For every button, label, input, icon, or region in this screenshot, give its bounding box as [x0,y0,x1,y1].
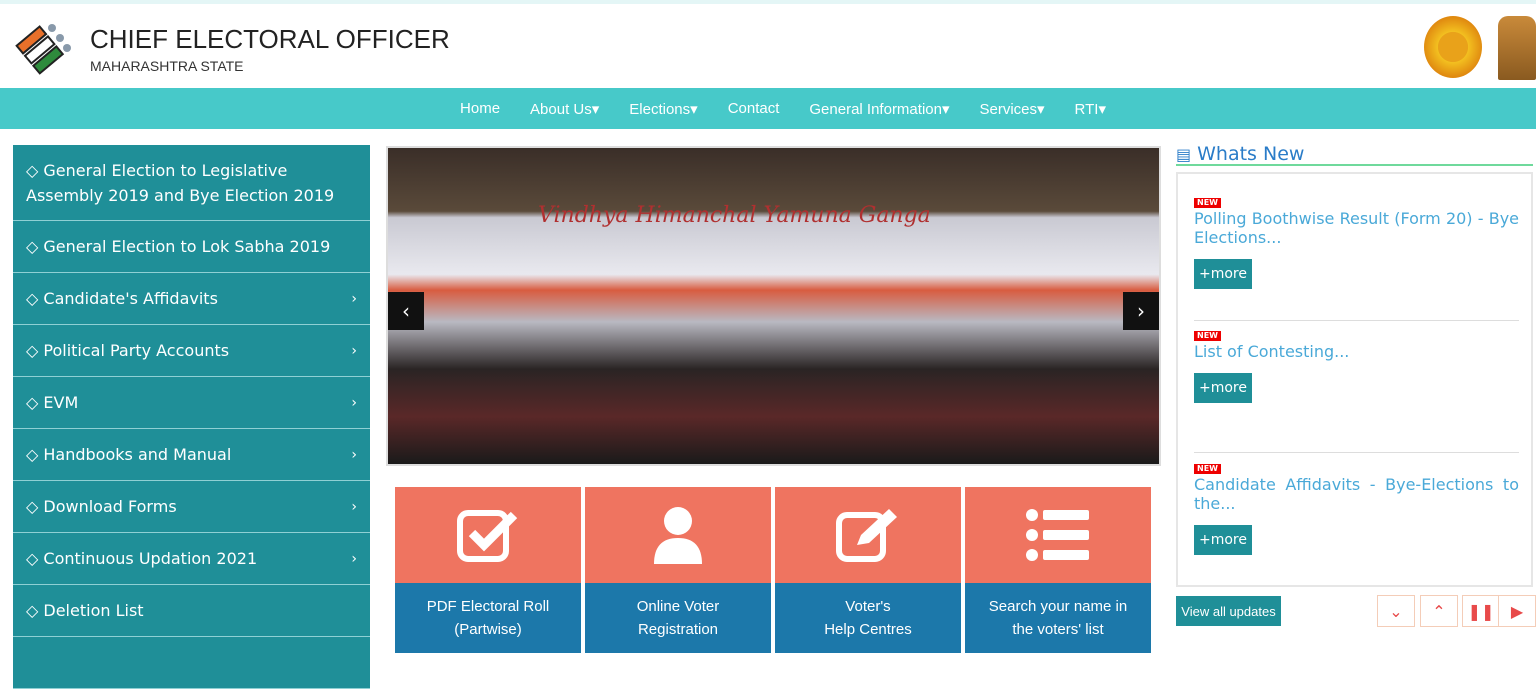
more-button[interactable]: +more [1194,373,1252,403]
news-link[interactable]: Candidate Affidavits - Bye-Elections to … [1194,475,1519,513]
sidebar-item[interactable]: ◇ Deletion List [13,585,370,637]
site-subtitle: MAHARASHTRA STATE [90,58,244,74]
site-title: CHIEF ELECTORAL OFFICER [90,24,450,54]
link-icon: ◇ [26,237,44,256]
header: CHIEF ELECTORAL OFFICER MAHARASHTRA STAT… [0,4,1536,88]
pause-button[interactable]: ❚❚ [1462,595,1500,627]
eci-logo [15,24,71,75]
link-icon: ◇ [26,160,44,180]
link-icon: ◇ [26,445,44,464]
sidebar-item[interactable]: ◇ General Election to Lok Sabha 2019 [13,221,370,273]
nav-services[interactable]: Services▾ [980,100,1045,118]
whats-new-heading: ▤ Whats New [1176,143,1533,166]
scroll-up-button[interactable]: ⌃ [1420,595,1458,627]
main-nav: Home About Us▾ Elections▾ Contact Genera… [0,88,1536,129]
scroll-down-button[interactable]: ⌄ [1377,595,1415,627]
tile-pdf-electoral-roll[interactable]: PDF Electoral Roll (Partwise) [395,487,581,653]
maharashtra-emblem [1424,16,1482,78]
list-icon [1026,509,1089,561]
news-item: NEW List of Contesting... +more [1194,323,1519,403]
edit-icon [836,509,897,562]
nav-contact[interactable]: Contact [728,100,780,117]
chevron-right-icon: › [351,446,357,463]
chevron-right-icon: › [351,550,357,567]
link-icon: ◇ [26,393,44,412]
nav-elections[interactable]: Elections▾ [629,100,697,118]
newspaper-icon: ▤ [1176,144,1192,164]
user-icon [654,507,702,564]
new-badge: NEW [1194,331,1221,341]
chevron-right-icon: › [351,290,357,307]
news-item: NEW Polling Boothwise Result (Form 20) -… [1194,190,1519,289]
sidebar-item[interactable]: ◇ General Election to Legislative Assemb… [13,145,370,221]
chevron-right-icon: › [351,498,357,515]
more-button[interactable]: +more [1194,259,1252,289]
news-item: NEW Candidate Affidavits - Bye-Elections… [1194,456,1519,555]
link-icon: ◇ [26,497,44,516]
sidebar-item[interactable] [13,637,370,689]
divider [1194,320,1519,321]
sidebar-item[interactable]: ◇ Download Forms › [13,481,370,533]
more-button[interactable]: +more [1194,525,1252,555]
national-emblem [1498,16,1536,80]
news-link[interactable]: List of Contesting... [1194,342,1519,361]
carousel-prev-button[interactable]: ‹ [388,292,424,330]
nav-about-us[interactable]: About Us▾ [530,100,599,118]
whats-new-list: NEW Polling Boothwise Result (Form 20) -… [1176,172,1533,587]
sidebar-item[interactable]: ◇ EVM › [13,377,370,429]
nav-general-information[interactable]: General Information▾ [809,100,949,118]
news-link[interactable]: Polling Boothwise Result (Form 20) - Bye… [1194,209,1519,247]
play-button[interactable]: ▶ [1498,595,1536,627]
link-icon: ◇ [26,341,44,360]
view-all-updates-button[interactable]: View all updates [1176,596,1281,626]
tile-voters-help-centres[interactable]: Voter's Help Centres [775,487,961,653]
quick-links: PDF Electoral Roll (Partwise) Online Vot… [395,487,1151,653]
image-carousel: Vindhya Himanchal Yamuna Ganga ‹ › [386,146,1161,466]
link-icon: ◇ [26,601,44,620]
checkbox-icon [457,510,518,562]
divider [1194,452,1519,453]
link-icon: ◇ [26,289,44,308]
tile-online-voter-registration[interactable]: Online Voter Registration [585,487,771,653]
new-badge: NEW [1194,464,1221,474]
sidebar: ◇ General Election to Legislative Assemb… [13,145,370,689]
sidebar-item[interactable]: ◇ Continuous Updation 2021 › [13,533,370,585]
sidebar-item[interactable]: ◇ Political Party Accounts › [13,325,370,377]
nav-rti[interactable]: RTI▾ [1075,100,1106,118]
chevron-right-icon: › [351,394,357,411]
link-icon: ◇ [26,549,44,568]
carousel-next-button[interactable]: › [1123,292,1159,330]
carousel-banner-text: Vindhya Himanchal Yamuna Ganga [538,203,931,228]
tile-search-name[interactable]: Search your name in the voters' list [965,487,1151,653]
sidebar-item[interactable]: ◇ Handbooks and Manual › [13,429,370,481]
chevron-right-icon: › [351,342,357,359]
sidebar-item[interactable]: ◇ Candidate's Affidavits › [13,273,370,325]
nav-home[interactable]: Home [460,100,500,117]
new-badge: NEW [1194,198,1221,208]
